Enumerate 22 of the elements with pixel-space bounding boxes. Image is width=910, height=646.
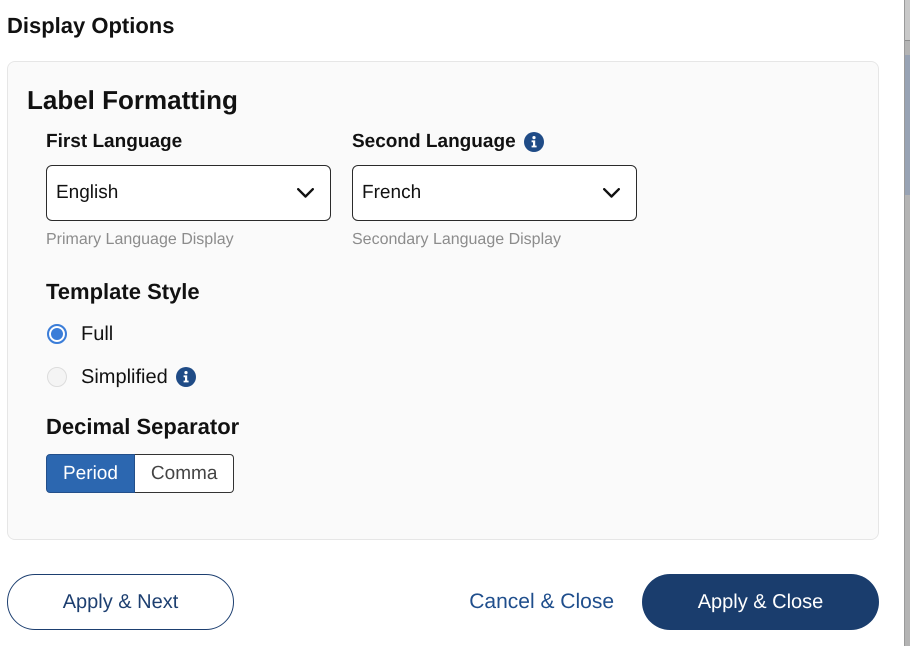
helper-text: Secondary Language Display [352,230,562,250]
segment-option[interactable]: Comma [134,454,234,493]
chevron-down-icon [297,188,314,198]
group-title: Decimal Separator [46,413,240,441]
info-icon[interactable] [524,132,544,152]
field-label: Second Language [352,130,516,154]
group-title: Template Style [46,278,200,306]
radio-label[interactable]: Simplified [81,364,168,390]
segment-option[interactable]: Period [46,454,135,493]
radio-label[interactable]: Full [81,321,114,347]
cancel-close-link[interactable]: Cancel & Close [469,590,614,614]
section-title: Label Formatting [27,84,238,116]
field-label: First Language [46,130,182,154]
language-dropdown[interactable]: French [352,165,637,221]
info-icon[interactable] [176,367,196,387]
helper-text: Primary Language Display [46,230,234,250]
chevron-down-icon [603,188,620,198]
language-dropdown[interactable]: English [46,165,331,221]
apply-close-button[interactable]: Apply & Close [642,574,879,630]
apply-next-button[interactable]: Apply & Next [7,574,234,630]
dialog-title: Display Options [7,12,174,40]
radio-button[interactable] [47,324,67,344]
